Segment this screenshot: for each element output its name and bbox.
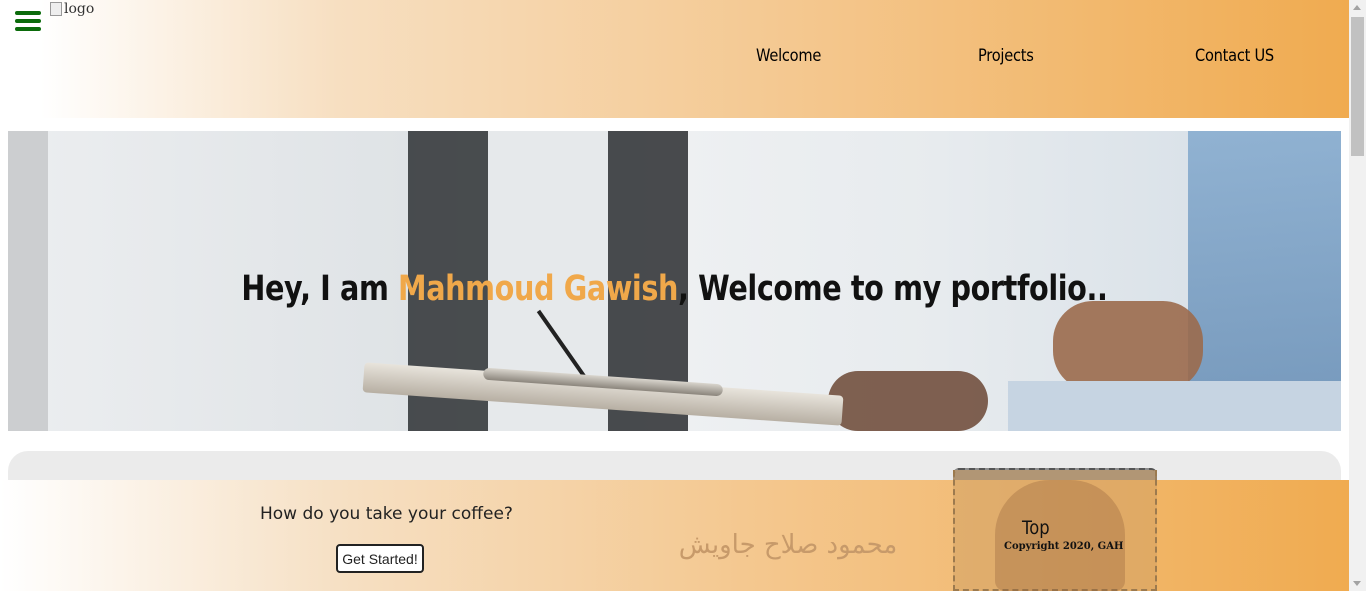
logo-alt-text: logo [64, 1, 95, 17]
hero-name: Mahmoud Gawish [398, 269, 679, 309]
nav-contact[interactable]: Contact US [1195, 46, 1274, 66]
scroll-down-icon[interactable] [1353, 581, 1361, 586]
footer: How do you take your coffee? Get Started… [0, 470, 1349, 591]
broken-image-icon [50, 2, 62, 16]
scrollbar-thumb[interactable] [1351, 17, 1364, 156]
copyright-text: Copyright 2020, GAH [1004, 541, 1124, 552]
profile-silhouette [995, 480, 1125, 591]
nav-projects[interactable]: Projects [978, 46, 1034, 66]
hero-title: Hey, I am Mahmoud Gawish, Welcome to my … [121, 269, 1227, 309]
vertical-scrollbar[interactable] [1349, 0, 1366, 591]
nav-welcome[interactable]: Welcome [756, 46, 821, 66]
hamburger-menu-icon[interactable] [15, 11, 41, 33]
header: logo Welcome Projects Contact US [0, 0, 1349, 118]
back-to-top-link[interactable]: Top [1022, 517, 1050, 539]
arabic-name: محمود صلاح جاويش [678, 530, 898, 560]
get-started-button[interactable]: Get Started! [336, 544, 424, 573]
hero-title-suffix: , Welcome to my portfolio.. [678, 269, 1108, 309]
coffee-question: How do you take your coffee? [260, 504, 513, 524]
hero-title-prefix: Hey, I am [241, 269, 399, 309]
scroll-up-icon[interactable] [1353, 5, 1361, 10]
hero-photo-bg [8, 131, 48, 431]
logo[interactable]: logo [50, 0, 94, 18]
